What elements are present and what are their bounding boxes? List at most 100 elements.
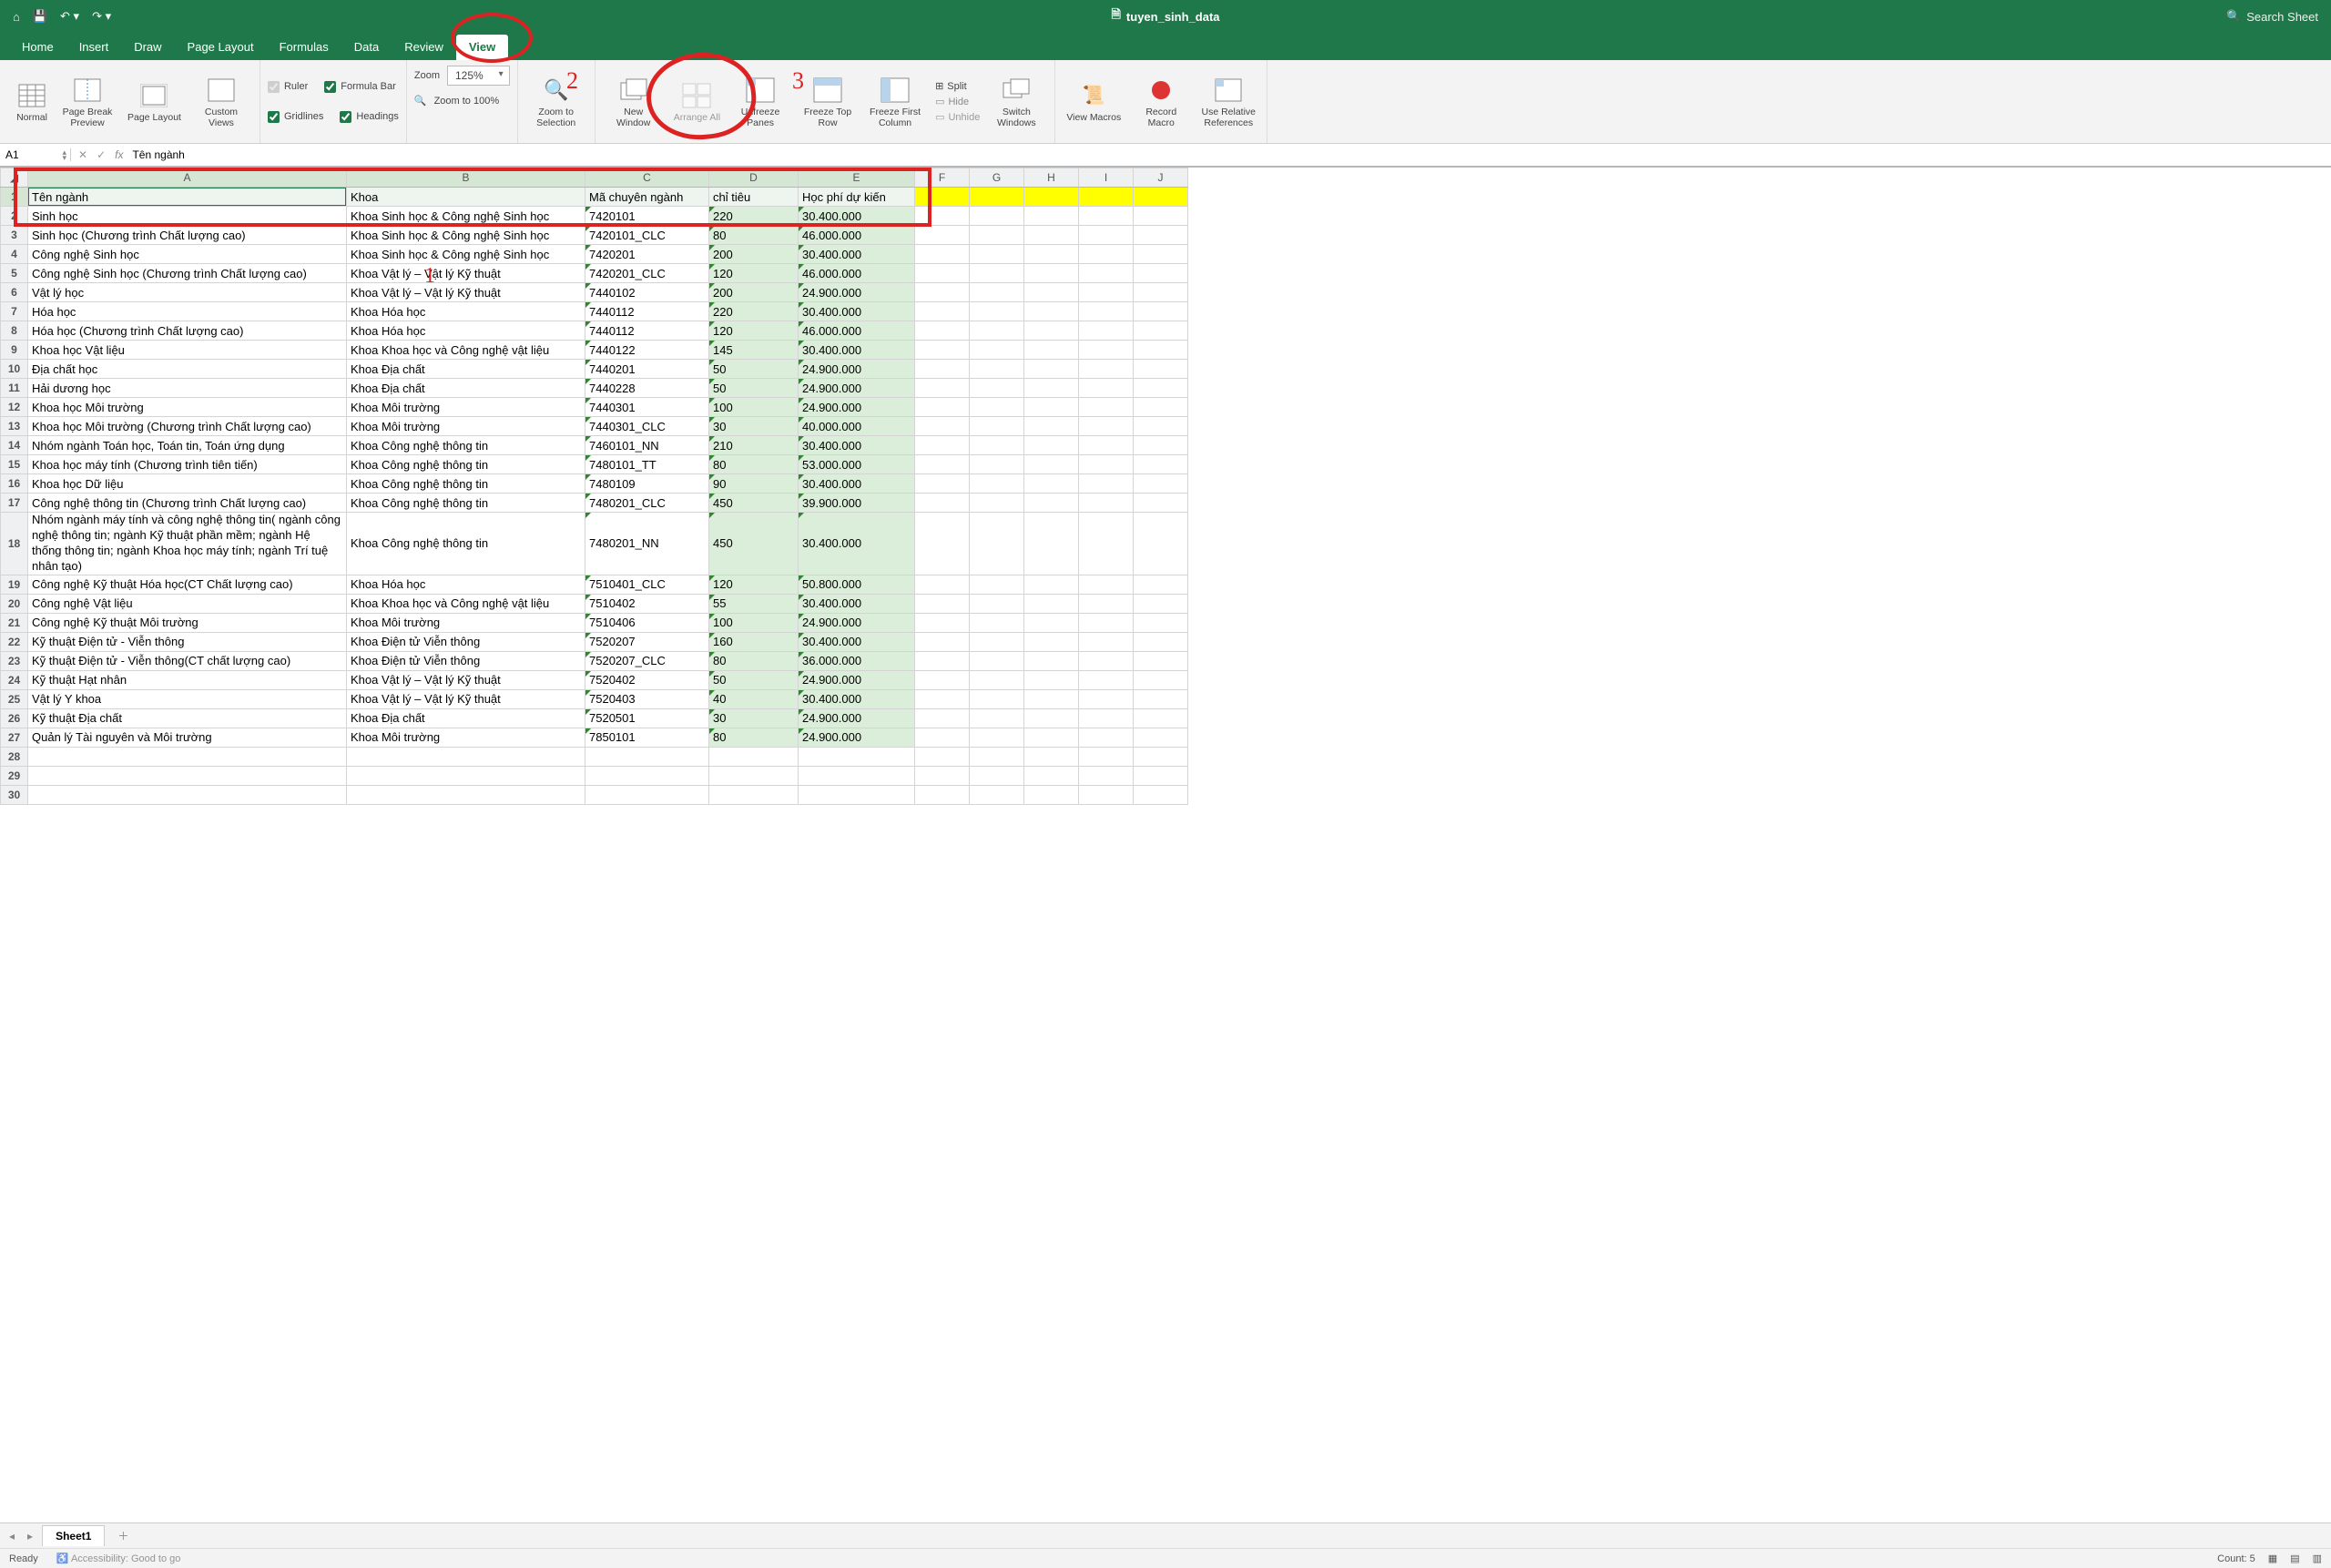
cell[interactable]: 7520207: [585, 632, 709, 651]
cell[interactable]: [1134, 594, 1188, 613]
cell[interactable]: 30.400.000: [799, 689, 915, 708]
row-header-1[interactable]: 1: [1, 188, 28, 207]
cell[interactable]: [970, 575, 1024, 594]
cell[interactable]: [799, 747, 915, 766]
view-normal-icon[interactable]: ▦: [2268, 1553, 2277, 1564]
cell[interactable]: [915, 207, 970, 226]
cell[interactable]: [28, 785, 347, 804]
search-icon[interactable]: 🔍: [2226, 9, 2241, 24]
row-header-26[interactable]: 26: [1, 708, 28, 728]
cell[interactable]: 200: [709, 283, 799, 302]
column-header-H[interactable]: H: [1024, 168, 1079, 188]
cell[interactable]: [1024, 651, 1079, 670]
arrange-all-button[interactable]: Arrange All: [670, 78, 724, 126]
menu-tab-data[interactable]: Data: [341, 35, 392, 60]
cell[interactable]: [970, 455, 1024, 474]
cell[interactable]: 24.900.000: [799, 670, 915, 689]
cell[interactable]: [970, 417, 1024, 436]
cell[interactable]: [1134, 398, 1188, 417]
cell[interactable]: Khoa Môi trường: [347, 613, 585, 632]
row-header-20[interactable]: 20: [1, 594, 28, 613]
cell[interactable]: [915, 455, 970, 474]
cell[interactable]: Khoa Vật lý – Vật lý Kỹ thuật: [347, 670, 585, 689]
cell[interactable]: [915, 708, 970, 728]
cell[interactable]: 24.900.000: [799, 708, 915, 728]
cell[interactable]: [1079, 513, 1134, 575]
cell[interactable]: [915, 670, 970, 689]
row-header-30[interactable]: 30: [1, 785, 28, 804]
cell[interactable]: [1024, 264, 1079, 283]
freeze-top-row-button[interactable]: Freeze Top Row: [797, 73, 859, 130]
cell[interactable]: Học phí dự kiến: [799, 188, 915, 207]
normal-view-button[interactable]: Normal: [13, 78, 51, 126]
row-header-13[interactable]: 13: [1, 417, 28, 436]
cell[interactable]: Khoa Khoa học và Công nghệ vật liệu: [347, 594, 585, 613]
cell[interactable]: [1134, 188, 1188, 207]
cell[interactable]: [915, 360, 970, 379]
cell[interactable]: [970, 321, 1024, 341]
cell[interactable]: Khoa Công nghệ thông tin: [347, 474, 585, 494]
cell[interactable]: 24.900.000: [799, 398, 915, 417]
cell[interactable]: [1024, 575, 1079, 594]
cell[interactable]: [915, 613, 970, 632]
cell[interactable]: Công nghệ Kỹ thuật Môi trường: [28, 613, 347, 632]
cell[interactable]: [1024, 321, 1079, 341]
cell[interactable]: [915, 188, 970, 207]
cell[interactable]: [970, 670, 1024, 689]
row-header-24[interactable]: 24: [1, 670, 28, 689]
row-header-2[interactable]: 2: [1, 207, 28, 226]
save-icon[interactable]: 💾: [33, 9, 47, 24]
search-placeholder[interactable]: Search Sheet: [2246, 10, 2318, 24]
row-header-21[interactable]: 21: [1, 613, 28, 632]
cell[interactable]: 7460101_NN: [585, 436, 709, 455]
cell[interactable]: [970, 689, 1024, 708]
cell[interactable]: [1134, 302, 1188, 321]
cell[interactable]: Khoa Địa chất: [347, 379, 585, 398]
cell[interactable]: [1024, 613, 1079, 632]
page-break-preview-button[interactable]: Page Break Preview: [56, 73, 118, 130]
cell[interactable]: [1024, 766, 1079, 785]
cell[interactable]: Công nghệ Sinh học (Chương trình Chất lư…: [28, 264, 347, 283]
cell[interactable]: [585, 785, 709, 804]
freeze-first-column-button[interactable]: Freeze First Column: [864, 73, 926, 130]
cell[interactable]: [970, 341, 1024, 360]
cell[interactable]: [585, 747, 709, 766]
cell[interactable]: Vật lý học: [28, 283, 347, 302]
cell[interactable]: [970, 594, 1024, 613]
cell[interactable]: [585, 766, 709, 785]
zoom-100-button[interactable]: 🔍 Zoom to 100%: [414, 95, 499, 107]
cell[interactable]: 120: [709, 264, 799, 283]
new-window-button[interactable]: New Window: [603, 73, 665, 130]
cell[interactable]: [970, 226, 1024, 245]
cell[interactable]: 30.400.000: [799, 341, 915, 360]
cell[interactable]: [1024, 417, 1079, 436]
row-header-19[interactable]: 19: [1, 575, 28, 594]
cell[interactable]: 46.000.000: [799, 264, 915, 283]
cell[interactable]: 50: [709, 670, 799, 689]
cell[interactable]: [1134, 689, 1188, 708]
cell[interactable]: [1079, 379, 1134, 398]
cell[interactable]: 7440102: [585, 283, 709, 302]
cell[interactable]: 7420201: [585, 245, 709, 264]
row-header-8[interactable]: 8: [1, 321, 28, 341]
split-button[interactable]: ⊞Split: [935, 80, 980, 92]
cell[interactable]: 7440301: [585, 398, 709, 417]
cell[interactable]: Hải dương học: [28, 379, 347, 398]
cell[interactable]: [1079, 670, 1134, 689]
cell[interactable]: [1024, 455, 1079, 474]
cell[interactable]: 7440301_CLC: [585, 417, 709, 436]
row-header-15[interactable]: 15: [1, 455, 28, 474]
cell[interactable]: [1024, 226, 1079, 245]
cell[interactable]: Khoa Khoa học và Công nghệ vật liệu: [347, 341, 585, 360]
cell[interactable]: [1079, 436, 1134, 455]
cell[interactable]: 24.900.000: [799, 283, 915, 302]
cell[interactable]: [915, 226, 970, 245]
cell[interactable]: [1134, 264, 1188, 283]
column-header-C[interactable]: C: [585, 168, 709, 188]
cell[interactable]: [1079, 341, 1134, 360]
cell[interactable]: [1079, 417, 1134, 436]
cell[interactable]: [1079, 264, 1134, 283]
cell[interactable]: [915, 689, 970, 708]
column-header-B[interactable]: B: [347, 168, 585, 188]
select-all-cell[interactable]: ◢: [1, 168, 28, 188]
